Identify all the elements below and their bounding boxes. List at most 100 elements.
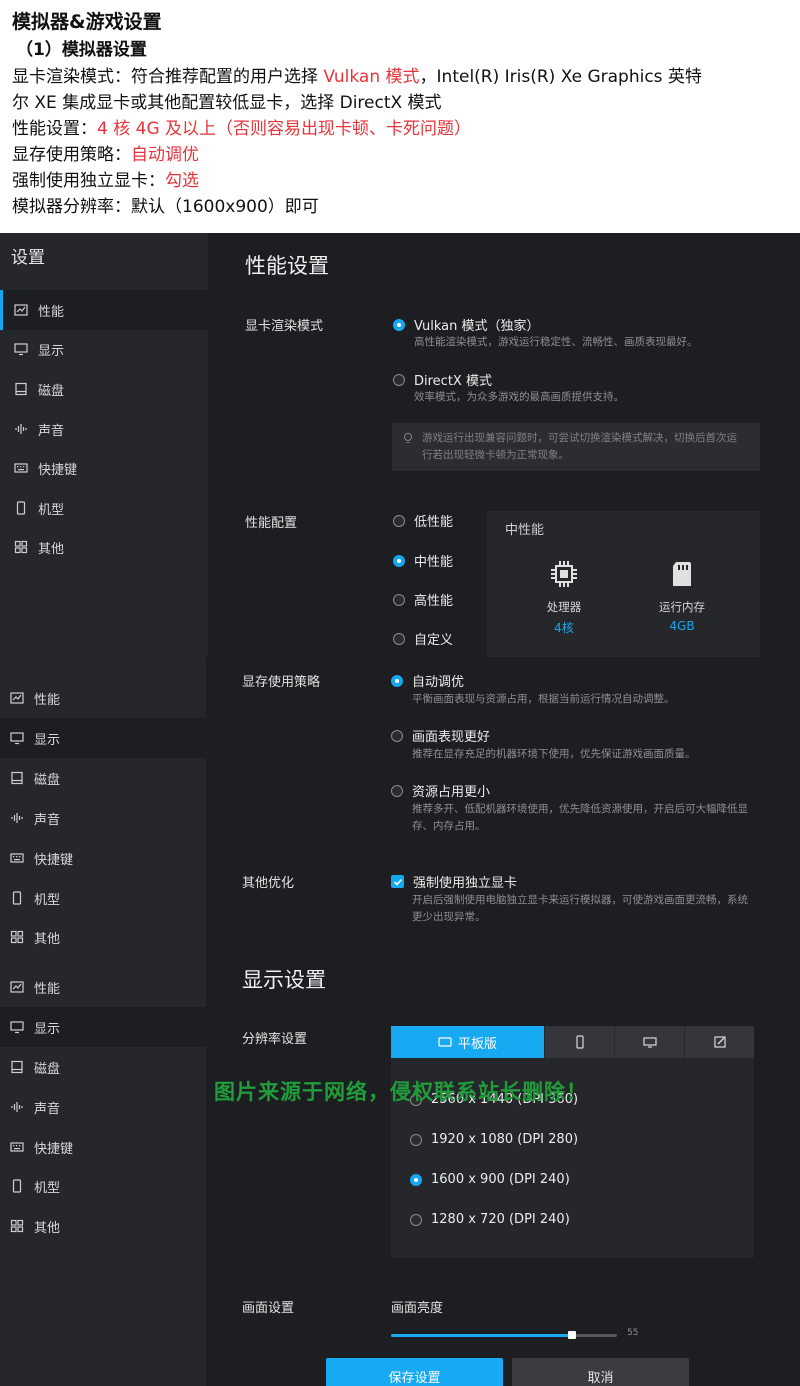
- radio-mid-performance[interactable]: 中性能: [393, 551, 453, 570]
- sidebar-item-other[interactable]: 其他: [0, 527, 208, 567]
- radio-icon: [393, 632, 405, 645]
- radio-better-quality[interactable]: 画面表现更好: [391, 726, 490, 745]
- perf-config-label: 性能配置: [245, 516, 298, 531]
- doc-line-render-cont: 尔 XE 集成显卡或其他配置较低显卡，选择 DirectX 模式: [12, 93, 442, 113]
- brightness-label: 画面亮度: [391, 1301, 444, 1316]
- ram-value: 4GB: [669, 619, 695, 633]
- radio-res-1920[interactable]: 1920 x 1080 (DPI 280): [410, 1132, 578, 1147]
- phone-icon: [14, 501, 28, 515]
- less-resource-description: 推荐多开、低配机器环境使用，优先降低资源使用，开启后可大幅降低显 存、内存占用。: [412, 803, 748, 832]
- doc-line-resolution: 模拟器分辨率：默认（1600x900）即可: [12, 197, 319, 217]
- radio-vulkan[interactable]: Vulkan 模式（独家）: [393, 315, 540, 334]
- phone-icon: [10, 891, 24, 905]
- disk-icon: [10, 771, 24, 785]
- brightness-value: 55: [627, 1328, 639, 1335]
- tab-phone[interactable]: [545, 1026, 615, 1058]
- doc-line-vram: 显存使用策略：自动调优: [12, 145, 199, 165]
- radio-icon: [393, 373, 405, 386]
- page-title: 显示设置: [242, 968, 326, 992]
- sidebar-item-disk[interactable]: 磁盘: [0, 369, 208, 409]
- settings-main: 显存使用策略 自动调优 平衡画面表现与资源占用，根据当前运行情况自动调整。 画面…: [206, 657, 800, 952]
- radio-less-resource[interactable]: 资源占用更小: [391, 781, 490, 800]
- vram-strategy-label: 显存使用策略: [242, 675, 321, 690]
- sidebar-item-shortcuts[interactable]: 快捷键: [0, 838, 208, 878]
- settings-main: 显示设置 分辨率设置 平板版 2560 x 1440 (DPI 360) 192…: [206, 952, 800, 1386]
- highlight-vram: 自动调优: [131, 145, 199, 165]
- radio-icon: [393, 593, 405, 606]
- sidebar-item-performance[interactable]: 性能: [0, 290, 208, 330]
- cpu-info: 处理器 4核: [524, 559, 604, 636]
- tab-custom[interactable]: [685, 1026, 754, 1058]
- sidebar-item-disk[interactable]: 磁盘: [0, 758, 208, 798]
- performance-icon: [10, 980, 24, 994]
- radio-selected-icon: [393, 554, 405, 567]
- radio-auto-tune[interactable]: 自动调优: [391, 671, 464, 690]
- sidebar-item-performance[interactable]: 性能: [0, 967, 208, 1007]
- radio-custom-performance[interactable]: 自定义: [393, 629, 453, 648]
- sidebar-item-other[interactable]: 其他: [0, 1206, 208, 1246]
- grid-icon: [10, 1219, 24, 1233]
- disk-icon: [10, 1060, 24, 1074]
- render-mode-label: 显卡渲染模式: [245, 319, 324, 334]
- tab-tablet[interactable]: 平板版: [391, 1026, 545, 1058]
- monitor-icon: [14, 342, 28, 356]
- watermark-text: 图片来源于网络，侵权联系站长删除！: [214, 1080, 588, 1104]
- sidebar-item-sound[interactable]: 声音: [0, 409, 208, 449]
- radio-res-1600[interactable]: 1600 x 900 (DPI 240): [410, 1172, 570, 1187]
- settings-panel-display: 性能 显示 磁盘 声音 快捷键 机型 其他 显示设置 分辨率设置 平板版 256…: [0, 952, 800, 1386]
- sidebar-item-sound[interactable]: 声音: [0, 798, 208, 838]
- doc-subtitle: （1）模拟器设置: [16, 40, 147, 60]
- save-settings-button[interactable]: 保存设置: [326, 1358, 503, 1386]
- resolution-label: 分辨率设置: [242, 1032, 308, 1047]
- settings-sidebar: 性能 显示 磁盘 声音 快捷键 机型 其他: [0, 952, 206, 1386]
- sound-wave-icon: [10, 1100, 24, 1114]
- sidebar-item-model[interactable]: 机型: [0, 1166, 208, 1206]
- force-dedicated-gpu-checkbox[interactable]: 强制使用独立显卡: [391, 872, 517, 891]
- other-optimization-label: 其他优化: [242, 876, 295, 891]
- keyboard-icon: [10, 851, 24, 865]
- phone-icon: [10, 1179, 24, 1193]
- phone-icon: [575, 1035, 584, 1049]
- sidebar-item-sound[interactable]: 声音: [0, 1087, 208, 1127]
- auto-tune-description: 平衡画面表现与资源占用，根据当前运行情况自动调整。: [412, 693, 675, 705]
- performance-icon: [14, 303, 28, 317]
- ram-info: 运行内存 4GB: [642, 559, 722, 633]
- sidebar-item-other[interactable]: 其他: [0, 917, 208, 952]
- sidebar-item-performance[interactable]: 性能: [0, 678, 208, 718]
- page-title: 性能设置: [245, 254, 329, 278]
- sidebar-item-model[interactable]: 机型: [0, 878, 208, 918]
- highlight-vulkan: Vulkan 模式: [323, 67, 420, 87]
- sidebar-item-display[interactable]: 显示: [0, 329, 208, 369]
- radio-directx[interactable]: DirectX 模式: [393, 370, 492, 389]
- screen-settings-label: 画面设置: [242, 1301, 295, 1316]
- brightness-handle[interactable]: [567, 1331, 576, 1339]
- settings-sidebar: 性能 显示 磁盘 声音 快捷键 机型 其他: [0, 657, 206, 952]
- brightness-slider[interactable]: [391, 1331, 617, 1339]
- doc-line-perf: 性能设置：4 核 4G 及以上（否则容易出现卡顿、卡死问题）: [12, 119, 472, 139]
- radio-res-1280[interactable]: 1280 x 720 (DPI 240): [410, 1212, 570, 1227]
- sidebar-item-display[interactable]: 显示: [0, 1007, 206, 1047]
- doc-line-render: 显卡渲染模式：符合推荐配置的用户选择 Vulkan 模式，Intel(R) Ir…: [12, 67, 702, 87]
- ram-label: 运行内存: [659, 600, 705, 614]
- grid-icon: [10, 930, 24, 944]
- settings-panel-vram: 性能 显示 磁盘 声音 快捷键 机型 其他 显存使用策略 自动调优 平衡画面表现…: [0, 657, 800, 952]
- sidebar-item-display[interactable]: 显示: [0, 718, 206, 758]
- radio-low-performance[interactable]: 低性能: [393, 511, 453, 530]
- sound-wave-icon: [14, 422, 28, 436]
- cpu-value: 4核: [554, 621, 574, 635]
- keyboard-icon: [10, 1140, 24, 1154]
- cancel-button[interactable]: 取消: [512, 1358, 689, 1386]
- document-header: 模拟器&游戏设置 （1）模拟器设置 显卡渲染模式：符合推荐配置的用户选择 Vul…: [0, 0, 800, 232]
- sidebar-item-model[interactable]: 机型: [0, 488, 208, 528]
- settings-title: 设置: [11, 248, 45, 268]
- highlight-perf: 4 核 4G 及以上（否则容易出现卡顿、卡死问题）: [97, 119, 472, 139]
- sidebar-item-shortcuts[interactable]: 快捷键: [0, 1127, 208, 1167]
- render-tip: 游戏运行出现兼容问题时，可尝试切换渲染模式解决，切换后首次运 行若出现轻微卡顿为正…: [392, 423, 760, 471]
- keyboard-icon: [14, 461, 28, 475]
- sidebar-item-disk[interactable]: 磁盘: [0, 1047, 208, 1087]
- sidebar-item-shortcuts[interactable]: 快捷键: [0, 448, 208, 488]
- tab-desktop[interactable]: [615, 1026, 685, 1058]
- edit-icon: [713, 1036, 726, 1048]
- radio-selected-icon: [393, 318, 405, 331]
- radio-high-performance[interactable]: 高性能: [393, 590, 453, 609]
